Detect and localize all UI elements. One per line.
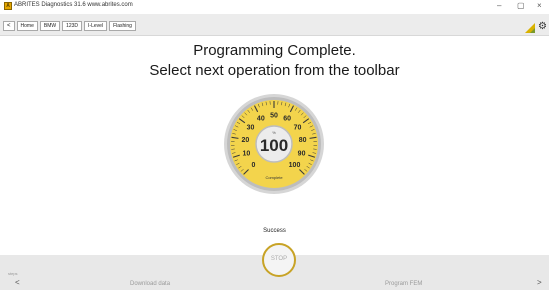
close-button[interactable]: × bbox=[537, 1, 542, 11]
gauge-value: 100 bbox=[260, 136, 288, 155]
steps-label: steps bbox=[8, 271, 18, 276]
gauge-tick-label: 100 bbox=[289, 162, 301, 169]
gauge-tick-label: 70 bbox=[294, 124, 302, 131]
maximize-button[interactable]: ▢ bbox=[517, 1, 525, 11]
previous-step-label[interactable]: Download data bbox=[130, 281, 170, 287]
breadcrumb-bmw[interactable]: BMW bbox=[39, 21, 61, 31]
title-bar: A ABRITES Diagnostics 31.6 www.abrites.c… bbox=[0, 0, 549, 12]
breadcrumb-ilevel[interactable]: I-Level bbox=[84, 21, 108, 31]
gauge-tick-label: 40 bbox=[257, 116, 265, 123]
breadcrumb-home[interactable]: Home bbox=[16, 21, 38, 31]
gear-icon[interactable]: ⚙ bbox=[538, 21, 548, 32]
breadcrumb-model[interactable]: 123D bbox=[62, 21, 83, 31]
gauge-tick-label: 80 bbox=[299, 137, 307, 144]
page-title: Programming Complete. bbox=[193, 42, 356, 59]
gauge-tick-label: 10 bbox=[243, 150, 251, 157]
status-text: Success bbox=[263, 228, 286, 234]
gauge-tick-label: 90 bbox=[298, 150, 306, 157]
gauge-tick-label: 20 bbox=[241, 137, 249, 144]
next-step-label[interactable]: Program FEM bbox=[385, 281, 422, 287]
minimize-button[interactable]: – bbox=[497, 1, 501, 11]
window-title: ABRITES Diagnostics 31.6 www.abrites.com bbox=[14, 2, 133, 8]
progress-gauge: 010 20 3040 50 6070 80 90 100 % 100 Complete bbox=[224, 94, 324, 194]
gauge-tick-label: 0 bbox=[252, 162, 256, 169]
next-step-arrow[interactable]: > bbox=[537, 279, 542, 287]
signal-strength-icon bbox=[525, 23, 535, 33]
gauge-unit: % bbox=[272, 130, 276, 135]
gauge-tick-label: 60 bbox=[283, 116, 291, 123]
gauge-tick-label: 50 bbox=[270, 113, 278, 120]
toolbar: < Home BMW 123D I-Level Flashing ⚙ bbox=[0, 14, 549, 36]
page-subtitle: Select next operation from the toolbar bbox=[149, 62, 400, 79]
gauge-tick-label: 30 bbox=[247, 124, 255, 131]
breadcrumb-flashing[interactable]: Flashing bbox=[109, 21, 136, 31]
stop-button[interactable]: STOP bbox=[262, 243, 296, 277]
gauge-status: Complete bbox=[265, 175, 283, 180]
back-button[interactable]: < bbox=[3, 21, 15, 31]
previous-step-arrow[interactable]: < bbox=[15, 279, 20, 287]
stop-label: STOP bbox=[270, 256, 288, 262]
app-logo: A bbox=[4, 2, 12, 10]
breadcrumb: < Home BMW 123D I-Level Flashing bbox=[3, 21, 136, 31]
